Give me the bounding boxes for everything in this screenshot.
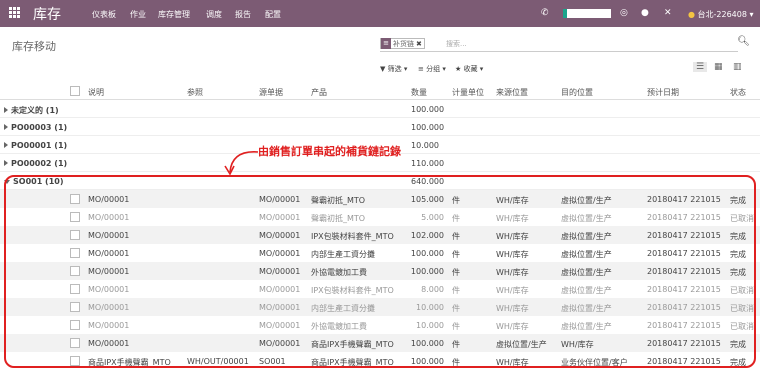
app-title: 库存 — [33, 7, 61, 23]
group-name: PO00001 (1) — [4, 141, 67, 150]
facet-label: 补货链 — [393, 39, 414, 48]
caret-right-icon — [4, 142, 8, 148]
annotation-arrow — [224, 151, 259, 176]
user-name: 台北-226408 ▾ — [697, 10, 754, 19]
group-name: PO00003 (1) — [4, 123, 67, 132]
menu-dashboard[interactable]: 仪表板 — [92, 9, 116, 20]
facet-remove-icon[interactable]: ✖ — [416, 40, 424, 48]
col-product[interactable]: 产品 — [311, 87, 327, 98]
phone-icon[interactable]: ✆ — [541, 8, 549, 18]
col-uom[interactable]: 计量单位 — [452, 87, 484, 98]
search-input[interactable]: 搜索... — [446, 39, 467, 49]
chat-icon[interactable]: ● — [641, 8, 649, 18]
top-navbar: 库存 仪表板 作业 库存管理 调度 报告 配置 ✆ ◎ ● ✕ ● 台北-226… — [0, 0, 760, 27]
group-row[interactable]: PO00003 (1) 100.000 — [0, 118, 760, 136]
caret-right-icon — [4, 107, 8, 113]
group-quantity: 110.000 — [411, 159, 445, 168]
menu-scheduling[interactable]: 调度 — [206, 9, 222, 20]
col-reference[interactable]: 参照 — [187, 87, 203, 98]
grid-view-icon[interactable]: ▦ — [714, 62, 723, 72]
table-header: 说明 参照 源单据 产品 数量 计量单位 来源位置 目的位置 预计日期 状态 — [0, 83, 760, 100]
caret-right-icon — [4, 124, 8, 130]
group-row[interactable]: 未定义的 (1) 100.000 — [0, 100, 760, 118]
filters-dropdown[interactable]: ▼ 筛选 ▾ — [380, 64, 407, 74]
annotation-text: 由銷售訂單串起的補貨鏈記錄 — [258, 145, 401, 158]
groupby-dropdown[interactable]: ≡ 分组 ▾ — [418, 64, 446, 74]
apps-menu-icon[interactable] — [9, 7, 21, 19]
breadcrumb: 库存移动 — [12, 40, 56, 53]
col-expected-date[interactable]: 预计日期 — [647, 87, 679, 98]
search-icon[interactable]: 🔍︎ — [737, 36, 750, 47]
caret-right-icon — [4, 160, 8, 166]
group-quantity: 100.000 — [411, 123, 445, 132]
progress-bar — [563, 9, 611, 18]
favorites-dropdown[interactable]: ★ 收藏 ▾ — [455, 64, 483, 74]
close-icon[interactable]: ✕ — [664, 8, 672, 18]
user-icon: ● — [688, 10, 695, 19]
group-quantity: 100.000 — [411, 105, 445, 114]
menu-reporting[interactable]: 报告 — [235, 9, 251, 20]
list-icon: ≡ — [381, 38, 391, 49]
col-status[interactable]: 状态 — [730, 87, 746, 98]
group-label: PO00001 (1) — [11, 141, 68, 150]
search-facet[interactable]: ≡ 补货链 ✖ — [380, 38, 425, 49]
group-quantity: 10.000 — [411, 141, 439, 150]
select-all-checkbox[interactable] — [70, 86, 80, 96]
group-label: PO00003 (1) — [11, 123, 68, 132]
group-label: 未定义的 (1) — [11, 106, 59, 115]
group-label: PO00002 (1) — [11, 159, 68, 168]
annotation-highlight-box — [4, 175, 756, 368]
graph-view-icon[interactable]: ▥ — [733, 62, 742, 72]
group-name: PO00002 (1) — [4, 159, 67, 168]
col-description[interactable]: 说明 — [88, 87, 104, 98]
list-view-icon[interactable]: ☰ — [693, 62, 708, 72]
col-source-location[interactable]: 来源位置 — [496, 87, 528, 98]
menu-operations[interactable]: 作业 — [130, 9, 146, 20]
col-source-document[interactable]: 源单据 — [259, 87, 283, 98]
col-destination-location[interactable]: 目的位置 — [561, 87, 593, 98]
user-menu[interactable]: ● 台北-226408 ▾ — [688, 9, 754, 20]
clock-icon[interactable]: ◎ — [620, 8, 628, 18]
col-quantity[interactable]: 数量 — [411, 87, 427, 98]
search-bar[interactable]: ≡ 补货链 ✖ 搜索... 🔍︎ — [380, 36, 750, 52]
menu-inventory-control[interactable]: 库存管理 — [158, 9, 190, 20]
menu-configuration[interactable]: 配置 — [265, 9, 281, 20]
group-name: 未定义的 (1) — [4, 105, 59, 116]
